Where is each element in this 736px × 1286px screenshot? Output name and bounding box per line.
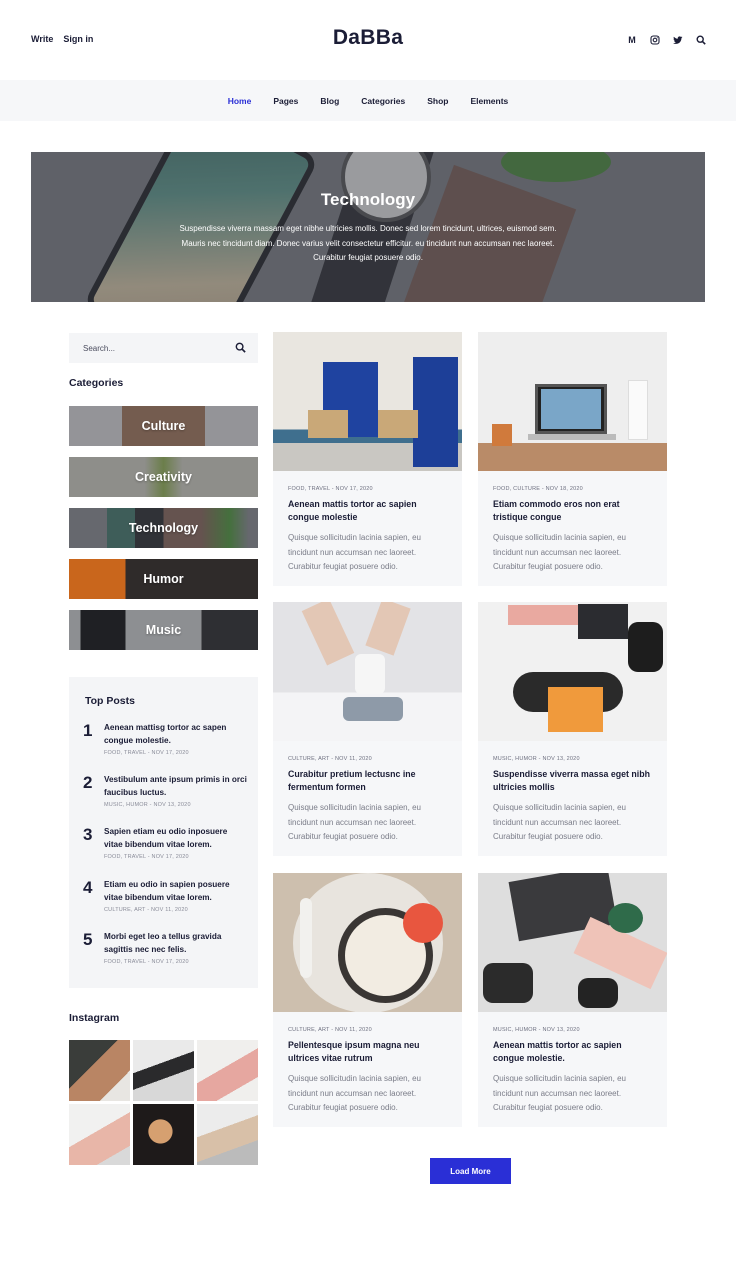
top-post-title[interactable]: Vestibulum ante ipsum primis in orci fau… [104,773,248,799]
post-card: CULTURE, ART - NOV 11, 2020 Pellentesque… [273,873,462,1127]
category-label: Music [145,623,182,637]
medium-icon[interactable]: M [627,34,637,46]
top-post-title[interactable]: Aenean mattisg tortor ac sapen congue mo… [104,721,248,747]
post-image[interactable] [273,332,462,471]
nav-categories[interactable]: Categories [361,96,405,106]
top-posts-widget: Top Posts 1 Aenean mattisg tortor ac sap… [69,677,258,988]
post-meta: CULTURE, ART - NOV 11, 2020 [288,756,372,762]
top-bar: Write Sign in DaBBa M [0,0,736,80]
post-image[interactable] [478,602,667,741]
hero-banner: Technology Suspendisse viverra massam eg… [31,152,705,302]
category-label: Humor [143,572,184,586]
post-card: FOOD, CULTURE - NOV 18, 2020 Etiam commo… [478,332,667,586]
post-meta: FOOD, TRAVEL - NOV 17, 2020 [288,486,373,492]
instagram-photo[interactable] [69,1104,130,1165]
search-icon[interactable] [235,342,246,353]
instagram-photo[interactable] [133,1104,194,1165]
top-post-meta: FOOD, TRAVEL - NOV 17, 2020 [104,750,189,756]
categories-heading: Categories [69,377,124,389]
site-logo[interactable]: DaBBa [0,26,736,50]
top-posts-heading: Top Posts [85,695,135,707]
top-post-meta: FOOD, TRAVEL - NOV 17, 2020 [104,959,189,965]
category-technology[interactable]: Technology [69,508,258,548]
category-creativity[interactable]: Creativity [69,457,258,497]
category-humor[interactable]: Humor [69,559,258,599]
top-post-meta: FOOD, TRAVEL - NOV 17, 2020 [104,854,189,860]
nav-pages[interactable]: Pages [273,96,298,106]
post-excerpt: Quisque sollicitudin lacinia sapien, eu … [493,1074,626,1112]
instagram-photo[interactable] [69,1040,130,1101]
post-meta: CULTURE, ART - NOV 11, 2020 [288,1027,372,1033]
post-image[interactable] [273,602,462,741]
nav-shop[interactable]: Shop [427,96,448,106]
post-title[interactable]: Curabitur pretium lectusnc ine fermentum… [288,768,448,794]
top-post-number: 2 [83,773,93,792]
top-post-number: 4 [83,878,93,897]
top-post-number: 3 [83,825,93,844]
category-culture[interactable]: Culture [69,406,258,446]
search-icon[interactable] [696,34,706,46]
post-meta: FOOD, CULTURE - NOV 18, 2020 [493,486,583,492]
twitter-icon[interactable] [673,34,683,46]
post-card: MUSIC, HUMOR - NOV 13, 2020 Suspendisse … [478,602,667,856]
social-links: M [627,34,706,46]
post-card: MUSIC, HUMOR - NOV 13, 2020 Aenean matti… [478,873,667,1127]
post-meta: MUSIC, HUMOR - NOV 13, 2020 [493,1027,580,1033]
post-image[interactable] [478,332,667,471]
instagram-grid [69,1040,258,1166]
post-excerpt: Quisque sollicitudin lacinia sapien, eu … [493,803,626,841]
top-post-title[interactable]: Morbi eget leo a tellus gravida sagittis… [104,930,248,956]
instagram-photo[interactable] [197,1040,258,1101]
post-excerpt: Quisque sollicitudin lacinia sapien, eu … [288,533,421,571]
post-card: CULTURE, ART - NOV 11, 2020 Curabitur pr… [273,602,462,856]
instagram-photo[interactable] [133,1040,194,1101]
top-post-title[interactable]: Etiam eu odio in sapien posuere vitae bi… [104,878,248,904]
top-post-meta: CULTURE, ART - NOV 11, 2020 [104,907,188,913]
nav-blog[interactable]: Blog [320,96,339,106]
nav-elements[interactable]: Elements [470,96,508,106]
search-box [69,333,258,363]
top-post-meta: MUSIC, HUMOR - NOV 13, 2020 [104,802,191,808]
instagram-icon[interactable] [650,34,660,46]
nav-home[interactable]: Home [228,96,252,106]
category-label: Creativity [135,470,192,484]
post-title[interactable]: Suspendisse viverra massa eget nibh ultr… [493,768,653,794]
hero-title: Technology [320,190,416,209]
post-image[interactable] [478,873,667,1012]
main-nav: Home Pages Blog Categories Shop Elements [0,80,736,121]
post-card: FOOD, TRAVEL - NOV 17, 2020 Aenean matti… [273,332,462,586]
post-excerpt: Quisque sollicitudin lacinia sapien, eu … [288,1074,421,1112]
post-title[interactable]: Aenean mattis tortor ac sapien congue mo… [493,1039,653,1065]
category-music[interactable]: Music [69,610,258,650]
post-image[interactable] [273,873,462,1012]
category-label: Technology [128,521,199,535]
top-post-number: 5 [83,930,93,949]
post-excerpt: Quisque sollicitudin lacinia sapien, eu … [493,533,626,571]
post-excerpt: Quisque sollicitudin lacinia sapien, eu … [288,803,421,841]
category-label: Culture [141,419,186,433]
post-title[interactable]: Pellentesque ipsum magna neu ultrices vi… [288,1039,448,1065]
top-post-title[interactable]: Sapien etiam eu odio inposuere vitae bib… [104,825,248,851]
instagram-heading: Instagram [69,1012,120,1024]
hero-description: Suspendisse viverra massam eget nibhe ul… [179,224,557,262]
post-meta: MUSIC, HUMOR - NOV 13, 2020 [493,756,580,762]
load-more-button[interactable]: Load More [430,1158,511,1184]
post-title[interactable]: Etiam commodo eros non erat tristique co… [493,498,653,524]
top-post-number: 1 [83,721,93,740]
post-title[interactable]: Aenean mattis tortor ac sapien congue mo… [288,498,448,524]
instagram-photo[interactable] [197,1104,258,1165]
search-input[interactable] [69,333,229,363]
